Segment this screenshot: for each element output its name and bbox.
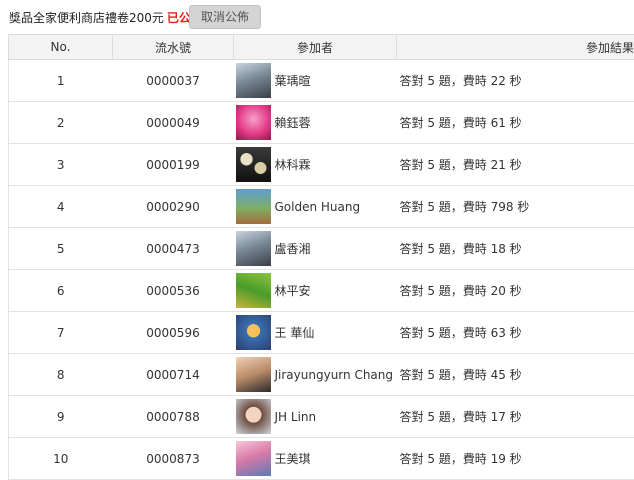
avatar[interactable] <box>236 189 271 224</box>
prize-label: 獎品全家便利商店禮卷200元已公佈 <box>9 9 203 26</box>
results-table: No. 流水號 參加者 參加結果 10000037 葉瑀暄 答對 5 題，費時 22… <box>8 34 634 480</box>
result-text: 答對 5 題，費時 18 秒 <box>397 228 634 270</box>
participant[interactable]: JH Linn <box>234 396 397 437</box>
result-text: 答對 5 題，費時 45 秒 <box>397 354 634 396</box>
participant-cell: 王美琪 <box>234 438 397 480</box>
participant-name[interactable]: Jirayungyurn Chang <box>275 368 394 382</box>
table-row: 80000714 Jirayungyurn Chang答對 5 題，費時 45 秒 <box>9 354 634 396</box>
result-text: 答對 5 題，費時 798 秒 <box>397 186 634 228</box>
participant-cell: 盧香湘 <box>234 228 397 270</box>
column-header-participant: 參加者 <box>234 35 397 60</box>
avatar[interactable] <box>236 399 271 434</box>
participant[interactable]: 林科霖 <box>234 144 397 185</box>
results-table-body: 10000037葉瑀暄答對 5 題，費時 22 秒20000049賴鈺蓉答對 5… <box>9 60 634 480</box>
row-number: 6 <box>9 270 113 312</box>
participant-name[interactable]: 盧香湘 <box>275 240 311 257</box>
column-header-no: No. <box>9 35 113 60</box>
row-number: 2 <box>9 102 113 144</box>
participant-name[interactable]: 林科霖 <box>275 156 311 173</box>
table-row: 100000873 王美琪 答對 5 題，費時 19 秒 <box>9 438 634 480</box>
column-header-result-label: 參加結果 <box>586 41 634 55</box>
participant-name[interactable]: 王美琪 <box>275 450 311 467</box>
serial-number: 0000473 <box>113 228 234 270</box>
row-number: 10 <box>9 438 113 480</box>
serial-number: 0000290 <box>113 186 234 228</box>
serial-number: 0000596 <box>113 312 234 354</box>
prize-text: 獎品全家便利商店禮卷200元 <box>9 11 164 25</box>
participant-cell: 賴鈺蓉 <box>234 102 397 144</box>
participant[interactable]: 葉瑀暄 <box>234 60 397 101</box>
row-number: 1 <box>9 60 113 102</box>
result-text: 答對 5 題，費時 63 秒 <box>397 312 634 354</box>
participant-name[interactable]: 林平安 <box>275 282 311 299</box>
participant-cell: Jirayungyurn Chang <box>234 354 397 396</box>
table-row: 20000049 賴鈺蓉 答對 5 題，費時 61 秒 <box>9 102 634 144</box>
participant-cell: 林科霖 <box>234 144 397 186</box>
participant-cell: 林平安 <box>234 270 397 312</box>
participant-cell: JH Linn <box>234 396 397 438</box>
serial-number: 0000714 <box>113 354 234 396</box>
header-bar: 獎品全家便利商店禮卷200元已公佈 取消公佈 <box>0 0 634 33</box>
participant[interactable]: 盧香湘 <box>234 228 397 269</box>
participant-name[interactable]: JH Linn <box>275 410 317 424</box>
table-row: 30000199 林科霖 答對 5 題，費時 21 秒 <box>9 144 634 186</box>
serial-number: 0000199 <box>113 144 234 186</box>
avatar[interactable] <box>236 231 271 266</box>
serial-number: 0000788 <box>113 396 234 438</box>
participant[interactable]: Jirayungyurn Chang <box>234 354 397 395</box>
table-header-row: No. 流水號 參加者 參加結果 <box>9 35 634 60</box>
avatar[interactable] <box>236 273 271 308</box>
row-number: 5 <box>9 228 113 270</box>
table-row: 60000536 林平安 答對 5 題，費時 20 秒 <box>9 270 634 312</box>
participant-name[interactable]: 賴鈺蓉 <box>275 114 311 131</box>
column-header-serial: 流水號 <box>113 35 234 60</box>
cancel-publish-button[interactable]: 取消公佈 <box>189 5 261 29</box>
result-text: 答對 5 題，費時 21 秒 <box>397 144 634 186</box>
avatar[interactable] <box>236 147 271 182</box>
participant-cell: Golden Huang <box>234 186 397 228</box>
table-row: 40000290 Golden Huang 答對 5 題，費時 798 秒 <box>9 186 634 228</box>
participant-cell: 葉瑀暄 <box>234 60 397 102</box>
participant-name[interactable]: Golden Huang <box>275 200 361 214</box>
avatar[interactable] <box>236 357 271 392</box>
row-number: 4 <box>9 186 113 228</box>
row-number: 3 <box>9 144 113 186</box>
serial-number: 0000049 <box>113 102 234 144</box>
avatar[interactable] <box>236 105 271 140</box>
row-number: 9 <box>9 396 113 438</box>
participant-name[interactable]: 王 華仙 <box>275 324 315 341</box>
serial-number: 0000037 <box>113 60 234 102</box>
table-row: 90000788 JH Linn 答對 5 題，費時 17 秒 <box>9 396 634 438</box>
participant[interactable]: 王美琪 <box>234 438 397 479</box>
row-number: 8 <box>9 354 113 396</box>
participant[interactable]: Golden Huang <box>234 186 397 227</box>
participant[interactable]: 王 華仙 <box>234 312 397 353</box>
serial-number: 0000536 <box>113 270 234 312</box>
participant[interactable]: 林平安 <box>234 270 397 311</box>
result-text: 答對 5 題，費時 19 秒 <box>397 438 634 480</box>
result-text: 答對 5 題，費時 17 秒 <box>397 396 634 438</box>
table-row: 10000037 葉瑀暄 答對 5 題，費時 22 秒 <box>9 60 634 102</box>
result-text: 答對 5 題，費時 20 秒 <box>397 270 634 312</box>
table-row: 70000596 王 華仙 答對 5 題，費時 63 秒 <box>9 312 634 354</box>
avatar[interactable] <box>236 315 271 350</box>
avatar[interactable] <box>236 441 271 476</box>
participant-name[interactable]: 葉瑀暄 <box>275 72 311 89</box>
table-row: 50000473 盧香湘 答對 5 題，費時 18 秒 <box>9 228 634 270</box>
result-text: 答對 5 題，費時 22 秒 <box>397 60 634 102</box>
avatar[interactable] <box>236 63 271 98</box>
participant-cell: 王 華仙 <box>234 312 397 354</box>
column-header-result: 參加結果 <box>397 35 634 60</box>
serial-number: 0000873 <box>113 438 234 480</box>
row-number: 7 <box>9 312 113 354</box>
participant[interactable]: 賴鈺蓉 <box>234 102 397 143</box>
result-text: 答對 5 題，費時 61 秒 <box>397 102 634 144</box>
